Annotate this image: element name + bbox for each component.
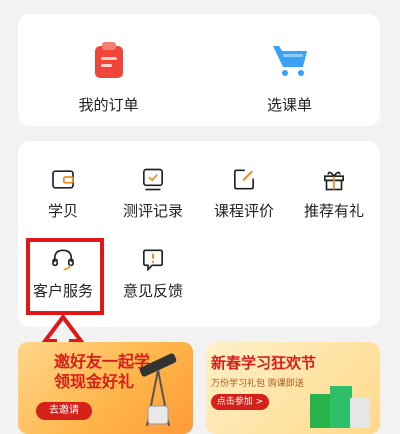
feedback-label: 意见反馈 [122,282,183,300]
orders-card: 我的订单 选课单 [18,14,380,126]
cart-icon [272,46,307,76]
xuebei-button[interactable]: 学贝 [18,141,108,221]
spring-banner-button[interactable]: 点击参加 > [211,394,269,410]
telescope-icon [139,353,177,427]
spring-festival-banner[interactable]: 新春学习狂欢节 万份学习礼包 购课即送 点击参加 > [206,342,380,434]
referral-gift-button[interactable]: 推荐有礼 [289,141,379,221]
feedback-button[interactable]: 意见反馈 [108,221,198,301]
xuebei-label: 学贝 [47,202,78,220]
feedback-icon [143,249,163,272]
highlight-box [26,238,104,315]
course-cart-button[interactable]: 选课单 [199,14,380,126]
course-cart-label: 选课单 [266,96,312,114]
spring-banner-subtitle: 万份学习礼包 购课即送 [211,379,304,389]
gift-icon [324,171,344,191]
wallet-icon [52,170,74,189]
clipboard-icon [94,42,123,78]
spring-banner-title: 新春学习狂欢节 [211,354,317,372]
invite-banner-button[interactable]: 去邀请 [36,402,92,420]
assessment-record-label: 测评记录 [122,202,183,220]
course-review-label: 课程评价 [213,202,274,220]
invite-friends-banner[interactable]: 邀好友一起学 领现金好礼 去邀请 [18,342,193,434]
books-icon [310,386,370,428]
my-orders-label: 我的订单 [78,96,139,114]
referral-gift-label: 推荐有礼 [303,202,364,220]
edit-square-icon [234,169,254,190]
assessment-record-button[interactable]: 测评记录 [108,141,198,221]
course-review-button[interactable]: 课程评价 [199,141,289,221]
my-orders-button[interactable]: 我的订单 [18,14,199,126]
assessment-icon [143,168,163,191]
